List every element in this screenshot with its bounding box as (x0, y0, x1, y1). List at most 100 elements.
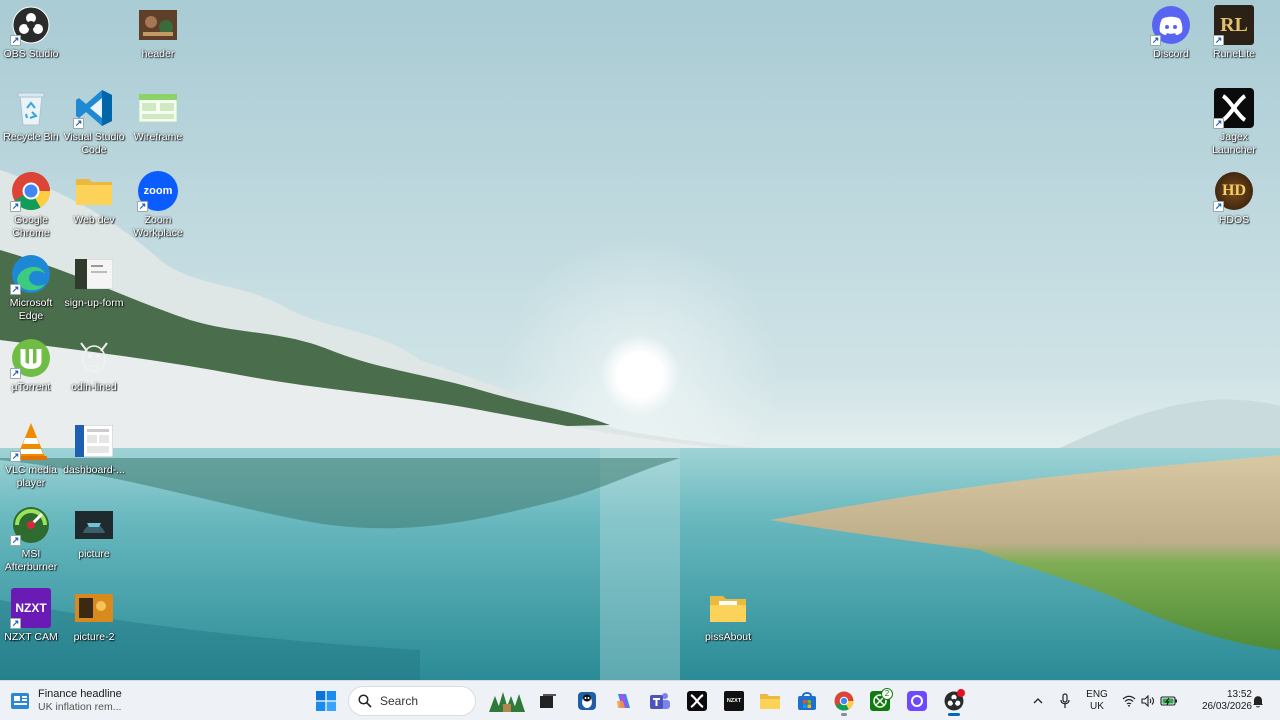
desktop-icon-msi-afterburner[interactable]: ↗ MSI Afterburner (0, 505, 63, 574)
taskbar-jagex[interactable] (681, 685, 713, 717)
region-code: UK (1090, 701, 1104, 712)
recording-dot-icon (957, 689, 965, 697)
shortcut-arrow-icon: ↗ (1213, 201, 1224, 212)
desktop-icon-hdos[interactable]: HD ↗ HDOS (1202, 171, 1266, 227)
desktop-icon-label: dashboard-... (63, 464, 125, 476)
desktop-icon-label: Web dev (73, 214, 115, 226)
shortcut-arrow-icon: ↗ (137, 201, 148, 212)
chevron-up-icon (1033, 698, 1043, 704)
desktop-icon-google-chrome[interactable]: ↗ Google Chrome (0, 171, 63, 240)
image-file-icon (75, 259, 113, 289)
running-indicator (948, 713, 960, 716)
news-title: Finance headline (38, 688, 122, 700)
taskbar-obs[interactable] (938, 685, 970, 717)
desktop-icon-label: RuneLite (1212, 48, 1256, 60)
widgets-icon (489, 692, 525, 712)
notification-center-button[interactable] (1250, 685, 1266, 717)
shortcut-arrow-icon: ↗ (10, 368, 21, 379)
folder-icon (76, 179, 112, 205)
taskbar-chrome[interactable] (828, 685, 860, 717)
desktop-icon-wireframe[interactable]: Wireframe (126, 88, 190, 144)
taskbar-search-box[interactable]: Search (348, 686, 476, 716)
desktop-icon-label: HDOS (1218, 214, 1250, 226)
taskbar-copilot[interactable] (608, 685, 640, 717)
shortcut-arrow-icon: ↗ (10, 35, 21, 46)
desktop-icon-label: Microsoft Edge (9, 297, 53, 322)
clock-time: 13:52 (1226, 689, 1252, 700)
shortcut-arrow-icon: ↗ (10, 618, 21, 629)
recycle-bin-icon (17, 92, 45, 126)
volume-icon (1141, 695, 1155, 707)
taskbar-xbox[interactable]: 2 (864, 685, 896, 717)
taskbar-nzxt[interactable]: NZXT (718, 685, 750, 717)
desktop-icon-picture[interactable]: picture (62, 505, 126, 561)
clock-date: 26/03/2026 (1201, 701, 1252, 712)
image-file-icon (80, 342, 108, 373)
news-icon (11, 693, 29, 709)
wallpaper (0, 0, 1280, 680)
desktop-icon-label: OBS Studio (3, 48, 59, 60)
wifi-icon (1122, 695, 1136, 707)
desktop[interactable]: ↗ OBS Studio Recycle Bin ↗ Google Chrome (0, 0, 1280, 680)
desktop-icon-utorrent[interactable]: ↗ µTorrent (0, 338, 63, 394)
shortcut-arrow-icon: ↗ (1213, 118, 1224, 129)
taskbar-teams[interactable] (644, 685, 676, 717)
shortcut-arrow-icon: ↗ (73, 118, 84, 129)
taskbar-widgets[interactable] (488, 685, 526, 717)
desktop-icon-label: picture-2 (73, 631, 115, 643)
clock-button[interactable]: 13:52 26/03/2026 (1188, 685, 1252, 717)
shortcut-arrow-icon: ↗ (1150, 35, 1161, 46)
shortcut-arrow-icon: ↗ (1213, 35, 1224, 46)
desktop-icon-picture-2[interactable]: picture-2 (62, 588, 126, 644)
folder-icon (710, 596, 746, 622)
desktop-icon-label: Recycle Bin (3, 131, 59, 143)
taskbar-file-explorer[interactable] (754, 685, 786, 717)
desktop-icon-obs-studio[interactable]: ↗ OBS Studio (0, 5, 63, 61)
shortcut-arrow-icon: ↗ (10, 535, 21, 546)
taskbar-penguin-app[interactable] (571, 685, 603, 717)
news-widget[interactable]: Finance headline UK inflation rem... (10, 685, 160, 717)
taskbar-task-view[interactable] (532, 685, 564, 717)
desktop-icon-pissabout[interactable]: pissAbout (696, 588, 760, 644)
desktop-icon-nzxt-cam[interactable]: NZXT ↗ NZXT CAM (0, 588, 63, 644)
shortcut-arrow-icon: ↗ (10, 201, 21, 212)
desktop-icon-visual-studio-code[interactable]: ↗ Visual Studio Code (62, 88, 126, 157)
store-icon (798, 692, 816, 710)
desktop-icon-sign-up-form[interactable]: sign-up-form (62, 254, 126, 310)
image-file-icon (75, 425, 113, 457)
language-code: ENG (1086, 689, 1108, 700)
desktop-icon-runelite[interactable]: RL ↗ RuneLite (1202, 5, 1266, 61)
running-indicator (841, 713, 847, 716)
desktop-icon-header[interactable]: header (126, 5, 190, 61)
taskbar-store[interactable] (791, 685, 823, 717)
desktop-icon-zoom-workplace[interactable]: zoom ↗ Zoom Workplace (126, 171, 190, 240)
desktop-icon-label: odin-lined (71, 381, 117, 393)
microphone-button[interactable] (1055, 685, 1075, 717)
microphone-icon (1060, 693, 1070, 708)
desktop-icon-web-dev[interactable]: Web dev (62, 171, 126, 227)
battery-charging-icon (1160, 696, 1178, 706)
desktop-icon-dashboard[interactable]: dashboard-... (62, 421, 126, 477)
show-hidden-icons-button[interactable] (1028, 685, 1048, 717)
shortcut-arrow-icon: ↗ (10, 284, 21, 295)
desktop-icon-vlc[interactable]: ↗ VLC media player (0, 421, 63, 490)
input-language-button[interactable]: ENG UK (1082, 685, 1112, 717)
penguin-app-icon (578, 692, 596, 710)
news-subtitle: UK inflation rem... (38, 701, 122, 713)
bell-icon (1253, 695, 1263, 707)
start-button[interactable] (310, 685, 342, 717)
teams-icon (650, 693, 670, 709)
desktop-icon-odin-lined[interactable]: odin-lined (62, 338, 126, 394)
quick-settings-button[interactable] (1119, 685, 1181, 717)
taskbar-proton[interactable] (901, 685, 933, 717)
desktop-icon-discord[interactable]: ↗ Discord (1139, 5, 1203, 61)
image-file-icon (139, 94, 177, 122)
desktop-icon-recycle-bin[interactable]: Recycle Bin (0, 88, 63, 144)
file-explorer-icon (760, 694, 780, 709)
search-icon (358, 694, 372, 708)
desktop-icon-label: Visual Studio Code (63, 131, 125, 156)
desktop-icon-jagex-launcher[interactable]: ↗ Jagex Launcher (1202, 88, 1266, 157)
desktop-icon-microsoft-edge[interactable]: ↗ Microsoft Edge (0, 254, 63, 323)
desktop-icon-label: Google Chrome (12, 214, 50, 239)
image-file-icon (75, 511, 113, 539)
